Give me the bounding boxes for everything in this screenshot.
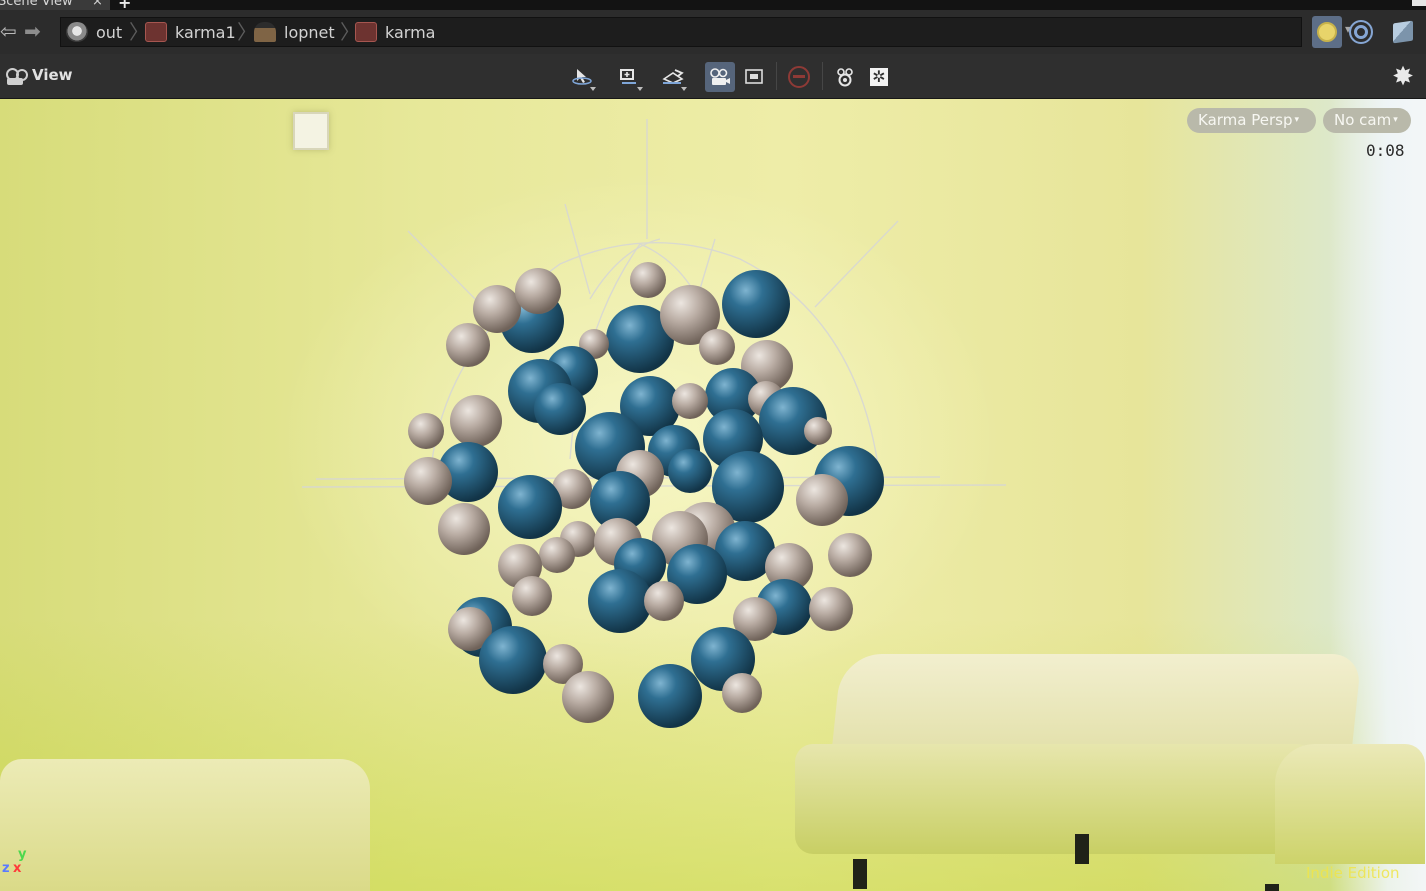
breadcrumb-label: karma bbox=[385, 22, 436, 42]
breadcrumb-label: out bbox=[96, 22, 123, 42]
tan-sphere bbox=[404, 457, 452, 505]
toolbar-separator bbox=[776, 62, 777, 90]
blue-sphere bbox=[479, 626, 547, 694]
network-path-field[interactable]: out 〉 karma1 〉 lopnet 〉 karma ▾ bbox=[60, 17, 1351, 47]
tan-sphere bbox=[809, 587, 853, 631]
tan-sphere bbox=[539, 537, 575, 573]
tan-sphere bbox=[644, 581, 684, 621]
camera-menu-label: Karma Persp bbox=[1198, 111, 1293, 129]
breadcrumb-label: karma1 bbox=[175, 22, 236, 42]
no-cam-label: No cam bbox=[1334, 111, 1392, 129]
view-menu-icon[interactable] bbox=[4, 66, 28, 86]
camera-view-button[interactable] bbox=[705, 62, 735, 92]
no-cam-menu-button[interactable]: No cam ▾ bbox=[1323, 108, 1411, 133]
viewport-toolbar: View ✲ ✸ bbox=[0, 54, 1426, 99]
lop-network-icon bbox=[254, 22, 276, 42]
tan-sphere bbox=[473, 285, 521, 333]
tan-sphere bbox=[722, 673, 762, 713]
tumble-tool-button[interactable] bbox=[567, 62, 597, 92]
safe-area-button[interactable] bbox=[739, 62, 769, 92]
stop-icon bbox=[788, 66, 810, 88]
tan-sphere bbox=[630, 262, 666, 298]
rop-network-icon bbox=[66, 22, 88, 42]
blue-sphere bbox=[588, 569, 652, 633]
tan-sphere bbox=[408, 413, 444, 449]
karma-node-icon bbox=[145, 22, 167, 42]
blue-sphere bbox=[668, 449, 712, 493]
tab-title: Scene View bbox=[0, 0, 73, 9]
blue-sphere bbox=[638, 664, 702, 728]
tan-sphere bbox=[446, 323, 490, 367]
blue-sphere bbox=[722, 270, 790, 338]
target-icon bbox=[1349, 20, 1373, 44]
light-toggle-button[interactable] bbox=[1312, 16, 1342, 48]
scene-geometry-button[interactable] bbox=[1388, 16, 1418, 48]
scene-viewport[interactable]: Karma Persp ▾ No cam ▾ 0:08 y z x Indie Ed… bbox=[0, 99, 1426, 891]
camera-menu-button[interactable]: Karma Persp ▾ bbox=[1187, 108, 1316, 133]
tan-sphere bbox=[672, 383, 708, 419]
tan-sphere bbox=[562, 671, 614, 723]
forward-arrow-icon[interactable]: ➡ bbox=[24, 20, 41, 42]
breadcrumb-lopnet[interactable]: lopnet bbox=[254, 18, 335, 46]
gear-icon[interactable]: ✸ bbox=[1388, 62, 1418, 92]
tan-sphere bbox=[804, 417, 832, 445]
pane-corner bbox=[1412, 0, 1426, 6]
axis-z-label: z bbox=[2, 861, 10, 876]
render-camera-icon bbox=[837, 68, 853, 87]
render-settings-button[interactable]: ✲ bbox=[864, 62, 894, 92]
close-tab-icon[interactable]: × bbox=[92, 0, 103, 9]
blue-sphere bbox=[498, 475, 562, 539]
cube-icon bbox=[1393, 20, 1413, 44]
indie-edition-watermark: Indie Edition bbox=[1306, 864, 1400, 882]
molecule-render bbox=[301, 119, 1007, 728]
breadcrumb-separator: 〉 bbox=[237, 20, 257, 44]
karma-node-icon bbox=[355, 22, 377, 42]
target-toggle-button[interactable] bbox=[1346, 16, 1376, 48]
tab-strip: Scene View × + bbox=[0, 0, 1426, 12]
toolbar-separator bbox=[822, 62, 823, 90]
tan-sphere bbox=[438, 503, 490, 555]
path-bar: ⇦ ➡ out 〉 karma1 〉 lopnet 〉 karma ▾ bbox=[0, 10, 1426, 54]
view-menu-label[interactable]: View bbox=[32, 66, 73, 84]
render-time-readout: 0:08 bbox=[1366, 141, 1405, 160]
axis-gizmo: y z x bbox=[2, 847, 32, 877]
frame-icon bbox=[745, 69, 763, 84]
stop-render-button[interactable] bbox=[784, 62, 814, 92]
tab-scene-view[interactable]: Scene View × bbox=[0, 0, 110, 10]
tan-sphere bbox=[699, 329, 735, 365]
breadcrumb-separator: 〉 bbox=[129, 20, 149, 44]
dropdown-icon: ▾ bbox=[1393, 115, 1398, 125]
tan-sphere bbox=[796, 474, 848, 526]
camera-icon bbox=[710, 68, 730, 85]
breadcrumb-karma1[interactable]: karma1 bbox=[145, 18, 236, 46]
light-bulb-icon bbox=[1317, 22, 1337, 42]
blue-sphere bbox=[534, 383, 586, 435]
breadcrumb-label: lopnet bbox=[284, 22, 335, 42]
back-arrow-icon[interactable]: ⇦ bbox=[0, 20, 17, 42]
axis-y-label: y bbox=[18, 847, 27, 862]
zoom-icon bbox=[620, 69, 636, 84]
zoom-tool-button[interactable] bbox=[614, 62, 644, 92]
tan-sphere bbox=[828, 533, 872, 577]
breadcrumb-out[interactable]: out bbox=[66, 18, 122, 46]
settings-box-icon: ✲ bbox=[870, 68, 888, 86]
breadcrumb-separator: 〉 bbox=[340, 20, 360, 44]
breadcrumb-karma[interactable]: karma bbox=[355, 18, 435, 46]
render-camera-button[interactable] bbox=[830, 62, 860, 92]
tan-sphere bbox=[450, 395, 502, 447]
axis-x-label: x bbox=[13, 861, 22, 876]
tumble-icon bbox=[572, 69, 592, 85]
dolly-tool-button[interactable] bbox=[658, 62, 688, 92]
tan-sphere bbox=[515, 268, 561, 314]
tan-sphere bbox=[512, 576, 552, 616]
dolly-icon bbox=[662, 69, 684, 84]
dropdown-icon: ▾ bbox=[1294, 115, 1300, 125]
